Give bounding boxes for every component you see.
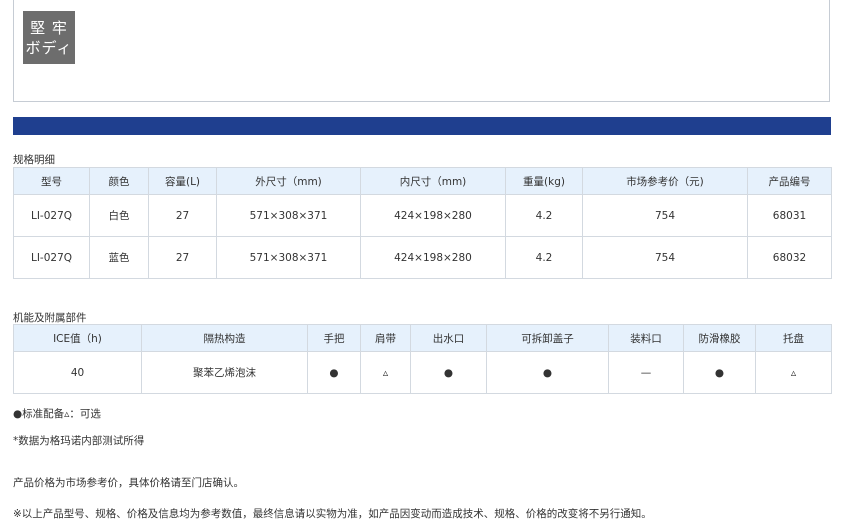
cell-shoulder-strap: ▵ (360, 351, 411, 394)
header-fill-port: 装料口 (608, 324, 684, 352)
table-row: LI-027Q 蓝色 27 571×308×371 424×198×280 4.… (13, 236, 832, 279)
cell-non-slip-rubber: ● (683, 351, 756, 394)
header-tray: 托盘 (755, 324, 832, 352)
header-handle: 手把 (307, 324, 361, 352)
disclaimer-note: ※以上产品型号、规格、价格及信息均为参考数值，最终信息请以实物为准，如产品因变动… (13, 508, 652, 520)
header-drain: 出水口 (410, 324, 487, 352)
cell-capacity: 27 (148, 236, 217, 279)
cell-ice-value: 40 (13, 351, 142, 394)
cell-model: LI-027Q (13, 194, 90, 237)
legend-note: ●标准配备▵：可选 (13, 408, 101, 420)
cell-insulation: 聚苯乙烯泡沫 (141, 351, 308, 394)
feature-table-header-row: ICE值（h) 隔热构造 手把 肩带 出水口 可拆卸盖子 装料口 防滑橡胶 托盘 (13, 324, 832, 352)
sturdy-body-badge: 堅 牢 ボディ (23, 11, 75, 64)
header-ice-value: ICE值（h) (13, 324, 142, 352)
header-outer-size: 外尺寸（mm) (216, 167, 361, 195)
badge-line-1: 堅 牢 (30, 18, 68, 37)
cell-inner-size: 424×198×280 (360, 236, 506, 279)
header-removable-lid: 可拆卸盖子 (486, 324, 609, 352)
header-insulation: 隔热构造 (141, 324, 308, 352)
header-color: 颜色 (89, 167, 149, 195)
cell-weight: 4.2 (505, 236, 583, 279)
price-note: 产品价格为市场参考价，具体价格请至门店确认。 (13, 477, 244, 489)
cell-weight: 4.2 (505, 194, 583, 237)
cell-outer-size: 571×308×371 (216, 194, 361, 237)
spec-table-header-row: 型号 颜色 容量(L) 外尺寸（mm) 内尺寸（mm) 重量(kg) 市场参考价… (13, 167, 832, 195)
header-model: 型号 (13, 167, 90, 195)
product-image-panel (13, 0, 830, 102)
header-non-slip-rubber: 防滑橡胶 (683, 324, 756, 352)
table-row: 40 聚苯乙烯泡沫 ● ▵ ● ● — ● ▵ (13, 351, 832, 394)
cell-product-code: 68031 (747, 194, 832, 237)
header-product-code: 产品编号 (747, 167, 832, 195)
header-inner-size: 内尺寸（mm) (360, 167, 506, 195)
cell-price: 754 (582, 194, 748, 237)
cell-model: LI-027Q (13, 236, 90, 279)
feature-table-caption: 机能及附属部件 (13, 312, 87, 324)
data-source-note: *数据为格玛诺内部测试所得 (13, 435, 145, 447)
cell-price: 754 (582, 236, 748, 279)
header-shoulder-strap: 肩带 (360, 324, 411, 352)
badge-line-2: ボディ (25, 38, 73, 57)
cell-inner-size: 424×198×280 (360, 194, 506, 237)
header-capacity: 容量(L) (148, 167, 217, 195)
spec-table: 型号 颜色 容量(L) 外尺寸（mm) 内尺寸（mm) 重量(kg) 市场参考价… (13, 167, 832, 279)
cell-fill-port: — (608, 351, 684, 394)
cell-color: 蓝色 (89, 236, 149, 279)
cell-removable-lid: ● (486, 351, 609, 394)
spec-table-caption: 规格明细 (13, 154, 55, 166)
cell-product-code: 68032 (747, 236, 832, 279)
cell-capacity: 27 (148, 194, 217, 237)
cell-color: 白色 (89, 194, 149, 237)
cell-handle: ● (307, 351, 361, 394)
table-row: LI-027Q 白色 27 571×308×371 424×198×280 4.… (13, 194, 832, 237)
cell-outer-size: 571×308×371 (216, 236, 361, 279)
header-weight: 重量(kg) (505, 167, 583, 195)
cell-drain: ● (410, 351, 487, 394)
cell-tray: ▵ (755, 351, 832, 394)
feature-table: ICE值（h) 隔热构造 手把 肩带 出水口 可拆卸盖子 装料口 防滑橡胶 托盘… (13, 324, 832, 394)
header-price: 市场参考价（元) (582, 167, 748, 195)
section-divider-bar (13, 117, 831, 135)
